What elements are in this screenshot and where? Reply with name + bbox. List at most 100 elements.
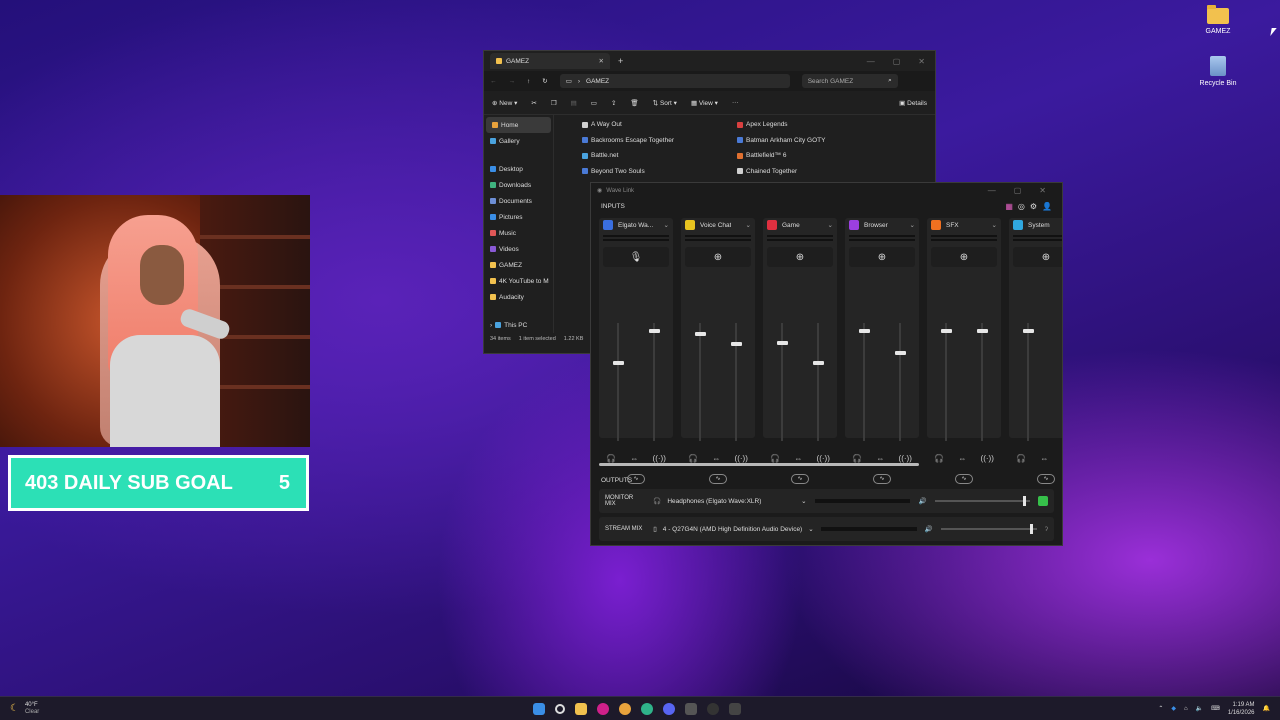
link-icon[interactable]: ⇔ — [1040, 454, 1048, 463]
close-tab-icon[interactable]: ✕ — [599, 57, 604, 65]
stream-fader-knob[interactable] — [894, 351, 906, 356]
output-device-select[interactable]: ▯ 4 - Q27G4N (AMD High Definition Audio … — [653, 525, 813, 534]
file-item[interactable]: Battle.net — [582, 148, 737, 164]
file-item[interactable]: Backrooms Escape Together — [582, 133, 737, 149]
file-item[interactable]: Battlefield™ 6 — [737, 148, 892, 164]
horizontal-scrollbar[interactable] — [599, 463, 919, 466]
headphones-icon[interactable]: 🎧 — [1016, 454, 1026, 463]
monitor-fader-knob[interactable] — [858, 328, 870, 333]
plus-icon[interactable]: ⊕ — [685, 247, 751, 267]
sidebar-item-downloads[interactable]: Downloads — [484, 177, 553, 193]
monitor-fader-track[interactable] — [1027, 323, 1029, 441]
file-item[interactable]: Beyond Two Souls — [582, 164, 737, 180]
monitor-fader-track[interactable] — [945, 323, 947, 441]
volume-icon[interactable]: 🔊 — [918, 497, 926, 505]
search-input[interactable]: Search GAMEZ ⌕ — [801, 74, 898, 88]
stream-fader-track[interactable] — [899, 323, 901, 441]
volume-slider[interactable] — [941, 524, 1037, 534]
link-icon[interactable]: ⇔ — [712, 454, 720, 463]
tab-gamez[interactable]: GAMEZ ✕ — [490, 53, 610, 69]
headphones-icon[interactable]: 🎧 — [852, 454, 862, 463]
monitor-fader-knob[interactable] — [940, 328, 952, 333]
sidebar-item-home[interactable]: Home — [486, 117, 551, 133]
ear-icon[interactable]: ʔ — [1045, 526, 1048, 533]
maximize-button[interactable]: ▢ — [1014, 186, 1022, 195]
notification-bell-icon[interactable]: 🔔 — [1263, 705, 1270, 712]
stream-fader-knob[interactable] — [812, 360, 824, 365]
speaker-icon[interactable]: 🔈 — [1196, 705, 1203, 712]
chrome-icon[interactable] — [619, 702, 631, 715]
stream-fader-track[interactable] — [653, 323, 655, 441]
stream-fader-track[interactable] — [981, 323, 983, 441]
sidebar-item-desktop[interactable]: Desktop — [484, 161, 553, 177]
delete-icon[interactable]: 🗑 — [630, 99, 638, 107]
channel-header[interactable]: Voice Chat ⌄ — [681, 218, 755, 232]
sidebar-item-documents[interactable]: Documents — [484, 193, 553, 209]
sidebar-item-gallery[interactable]: Gallery — [484, 133, 553, 149]
app-icon[interactable] — [597, 702, 609, 715]
microphone-icon[interactable]: 🎙 — [603, 247, 669, 267]
stream-fader-track[interactable] — [817, 323, 819, 441]
stream-fader-knob[interactable] — [648, 328, 660, 333]
stream-deck-icon[interactable] — [729, 702, 741, 715]
chevron-up-icon[interactable]: ⌃ — [1158, 705, 1163, 712]
tray-app-icon[interactable]: ◆ — [1171, 705, 1176, 712]
discord-icon[interactable] — [663, 702, 675, 715]
headphones-icon[interactable]: 🎧 — [770, 454, 780, 463]
plus-icon[interactable]: ⊕ — [931, 247, 997, 267]
sidebar-item-4k-youtube[interactable]: 4K YouTube to M — [484, 273, 553, 289]
maximize-button[interactable]: ▢ — [893, 57, 901, 66]
volume-slider[interactable] — [934, 496, 1031, 506]
channel-header[interactable]: Game ⌄ — [763, 218, 837, 232]
monitor-fader-knob[interactable] — [612, 360, 624, 365]
close-button[interactable]: ✕ — [918, 57, 925, 66]
link-icon[interactable]: ⇔ — [794, 454, 802, 463]
paste-icon[interactable]: ▤ — [571, 99, 577, 107]
sidebar-item-audacity[interactable]: Audacity — [484, 289, 553, 305]
rename-icon[interactable]: ▭ — [591, 99, 597, 107]
new-tab-button[interactable]: + — [618, 56, 623, 66]
effects-icon[interactable]: ◎ — [1018, 202, 1025, 211]
volume-icon[interactable]: 🔊 — [925, 525, 933, 533]
settings-icon[interactable]: ⚙ — [1030, 202, 1037, 211]
monitor-toggle-icon[interactable] — [1038, 496, 1048, 506]
monitor-fader-knob[interactable] — [694, 332, 706, 337]
plus-icon[interactable]: ⊕ — [1013, 247, 1062, 267]
clock[interactable]: 1:19 AM 1/16/2026 — [1228, 701, 1255, 717]
minimize-button[interactable]: — — [867, 57, 875, 66]
sort-button[interactable]: ⇅ Sort ▾ — [653, 99, 677, 107]
keyboard-icon[interactable]: ⌨ — [1211, 705, 1220, 712]
monitor-fader-track[interactable] — [617, 323, 619, 441]
start-icon[interactable] — [533, 702, 545, 715]
wave-link-window[interactable]: ◉ Wave Link — ▢ ✕ INPUTS ▦ ◎ ⚙ 👤 Elgato … — [590, 182, 1063, 546]
search-icon[interactable] — [555, 703, 565, 714]
broadcast-icon[interactable]: ((·)) — [981, 454, 994, 463]
channel-header[interactable]: SFX ⌄ — [927, 218, 1001, 232]
sidebar-item-music[interactable]: Music — [484, 225, 553, 241]
plus-icon[interactable]: ⊕ — [849, 247, 915, 267]
stream-fader-knob[interactable] — [730, 341, 742, 346]
link-icon[interactable]: ⇔ — [958, 454, 966, 463]
stream-fader-knob[interactable] — [976, 328, 988, 333]
back-icon[interactable]: ← — [490, 78, 497, 85]
plus-icon[interactable]: ⊕ — [767, 247, 833, 267]
share-icon[interactable]: ⇪ — [611, 99, 616, 107]
monitor-fader-track[interactable] — [699, 323, 701, 441]
close-button[interactable]: ✕ — [1039, 186, 1046, 195]
monitor-fader-knob[interactable] — [1022, 328, 1034, 333]
wave-link-icon[interactable] — [685, 702, 697, 715]
copy-icon[interactable]: ❐ — [551, 99, 557, 107]
weather-widget[interactable]: ☾ 40°F Clear — [10, 702, 39, 716]
obs-icon[interactable] — [707, 702, 719, 715]
stream-fader-track[interactable] — [735, 323, 737, 441]
broadcast-icon[interactable]: ((·)) — [817, 454, 830, 463]
desktop-icon-recycle-bin[interactable]: Recycle Bin — [1188, 56, 1248, 87]
headphones-icon[interactable]: 🎧 — [606, 454, 616, 463]
account-icon[interactable]: 👤 — [1042, 202, 1052, 211]
sidebar-item-gamez[interactable]: GAMEZ — [484, 257, 553, 273]
file-explorer-icon[interactable] — [575, 702, 587, 715]
headphones-icon[interactable]: 🎧 — [688, 454, 698, 463]
monitor-fader-track[interactable] — [863, 323, 865, 441]
broadcast-icon[interactable]: ((·)) — [653, 454, 666, 463]
up-icon[interactable]: ↑ — [527, 78, 530, 85]
